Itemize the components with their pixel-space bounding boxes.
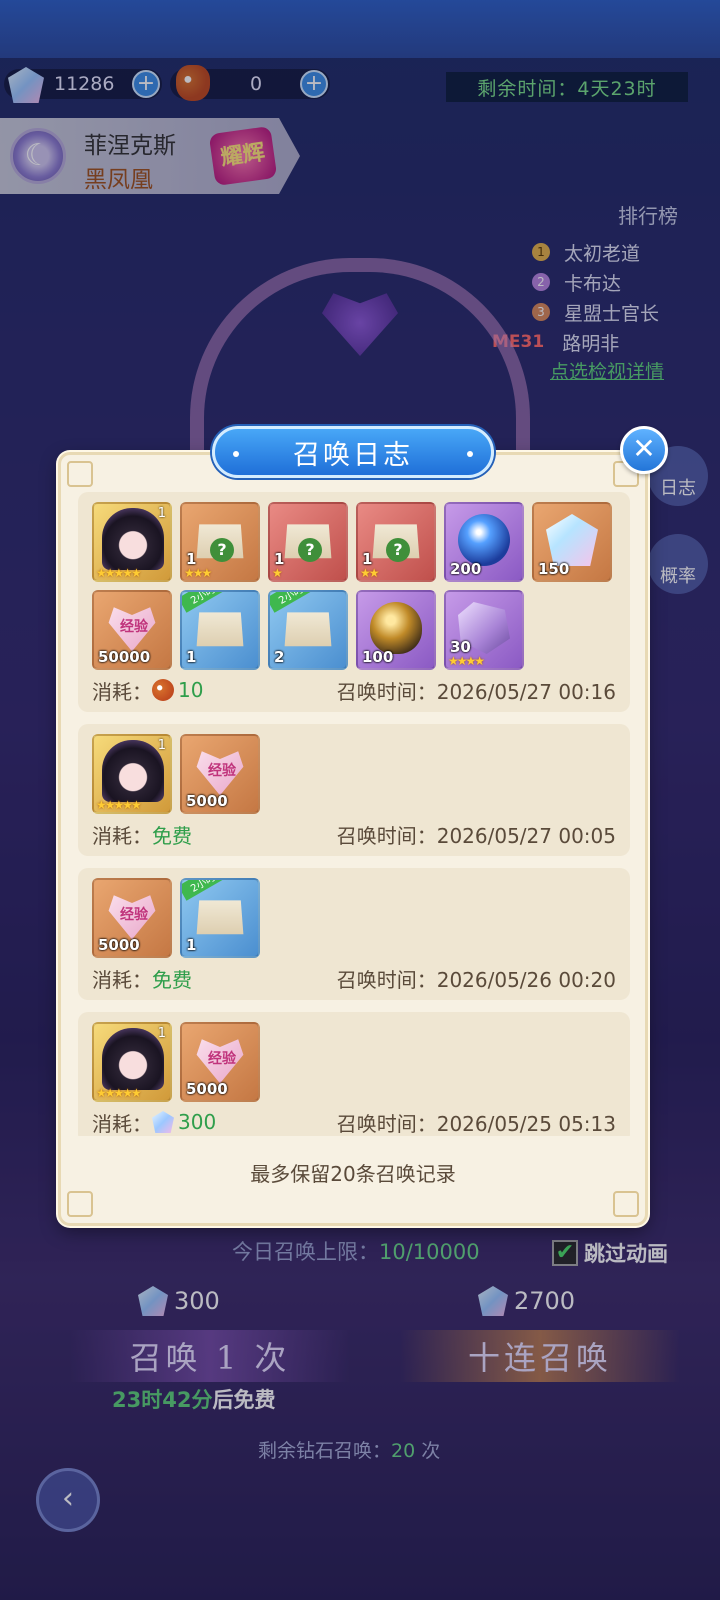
character-portrait-icon	[102, 1028, 164, 1090]
reward-item[interactable]: 经验 5000	[92, 878, 172, 958]
item-quantity: 150	[538, 560, 570, 578]
retention-note: 最多保留20条召唤记录	[250, 1162, 456, 1186]
cost-value: 免费	[152, 967, 192, 992]
reward-item[interactable]: 150	[532, 502, 612, 582]
reward-items: 1 ★★★★★ 经验 5000	[92, 734, 616, 814]
cost-info: 消耗： 10	[92, 676, 203, 705]
item-level: 1	[157, 1026, 166, 1041]
reward-items: 1 ★★★★★? 1 ★★★? 1 ★? 1 ★★ 200 150 经验 50000 2小时 1 2小时 2 1…	[92, 502, 616, 670]
reward-item[interactable]: 30 ★★★★	[444, 590, 524, 670]
duration-tag: 2小时	[182, 880, 227, 901]
summon-time: 召唤时间：2026/05/25 05:13	[336, 1111, 616, 1136]
cost-label: 消耗：	[92, 823, 152, 848]
corner-ornament	[67, 1191, 93, 1217]
item-quantity: 5000	[186, 1080, 228, 1098]
cost-value: 免费	[152, 823, 192, 848]
treasure-chest-icon	[196, 900, 244, 935]
star-rating: ★★★★★	[96, 1086, 142, 1100]
log-meta: 消耗： 免费 召唤时间：2026/05/26 00:20	[92, 964, 616, 992]
item-quantity: 2	[274, 648, 285, 666]
gold-chest-icon	[284, 612, 332, 647]
item-quantity: 5000	[186, 792, 228, 810]
summon-log-list[interactable]: 1 ★★★★★? 1 ★★★? 1 ★? 1 ★★ 200 150 经验 50000 2小时 1 2小时 2 1…	[78, 492, 630, 1136]
dialog-title: 召唤日志	[212, 426, 494, 478]
reward-item[interactable]: 1 ★★★★★	[92, 734, 172, 814]
reward-item[interactable]: 100	[356, 590, 436, 670]
reward-item[interactable]: 2小时 1	[180, 878, 260, 958]
diamond-icon	[152, 1111, 174, 1133]
character-portrait-icon	[102, 740, 164, 802]
log-entry: 1 ★★★★★? 1 ★★★? 1 ★? 1 ★★ 200 150 经验 50000 2小时 1 2小时 2 1…	[78, 492, 630, 712]
exp-heart-icon: 经验	[196, 1039, 244, 1084]
exp-label: 经验	[208, 1051, 236, 1067]
duration-tag: 2小时	[270, 592, 315, 613]
cost-info: 消耗： 免费	[92, 820, 192, 849]
summon-time: 召唤时间：2026/05/26 00:20	[336, 967, 616, 992]
log-entry: 经验 5000 2小时 1 消耗： 免费 召唤时间：2026/05/26 00:20	[78, 868, 630, 1000]
reward-item[interactable]: ? 1 ★★	[356, 502, 436, 582]
star-rating: ★★★★★	[96, 566, 142, 580]
cost-info: 消耗： 300	[92, 1108, 216, 1137]
star-rating: ★	[272, 566, 283, 580]
exp-label: 经验	[120, 907, 148, 923]
cost-label: 消耗：	[92, 1111, 152, 1136]
cost-label: 消耗：	[92, 967, 152, 992]
cost-info: 消耗： 免费	[92, 964, 192, 993]
exp-heart-icon: 经验	[196, 751, 244, 796]
character-portrait-icon	[102, 508, 164, 570]
item-quantity: 50000	[98, 648, 151, 666]
cost-label: 消耗：	[92, 679, 152, 704]
item-quantity: 5000	[98, 936, 140, 954]
question-icon: ?	[386, 538, 410, 562]
reward-item[interactable]: 200	[444, 502, 524, 582]
item-level: 1	[157, 506, 166, 521]
item-quantity: 200	[450, 560, 482, 578]
owl-ticket-icon	[152, 679, 174, 701]
reward-item[interactable]: 1 ★★★★★	[92, 1022, 172, 1102]
item-quantity: 1	[186, 936, 197, 954]
reward-item[interactable]: ? 1 ★	[268, 502, 348, 582]
corner-ornament	[613, 1191, 639, 1217]
exp-heart-icon: 经验	[108, 607, 156, 652]
item-level: 1	[157, 738, 166, 753]
cost-value: 300	[178, 1110, 217, 1134]
item-quantity: 100	[362, 648, 394, 666]
star-rating: ★★	[360, 566, 379, 580]
log-entry: 1 ★★★★★ 经验 5000 消耗： 300 召唤时间：2026/05/25 05:13	[78, 1012, 630, 1136]
log-meta: 消耗： 免费 召唤时间：2026/05/27 00:05	[92, 820, 616, 848]
close-icon: ✕	[632, 432, 656, 465]
crystal-orb-icon	[458, 514, 510, 566]
question-icon: ?	[298, 538, 322, 562]
log-meta: 消耗： 10 召唤时间：2026/05/27 00:16	[92, 676, 616, 704]
reward-item[interactable]: 2小时 1	[180, 590, 260, 670]
reward-items: 经验 5000 2小时 1	[92, 878, 616, 958]
exp-label: 经验	[120, 619, 148, 635]
exp-heart-icon: 经验	[108, 895, 156, 940]
log-entry: 1 ★★★★★ 经验 5000 消耗： 免费 召唤时间：2026/05/27 00:05	[78, 724, 630, 856]
item-quantity: 1	[186, 648, 197, 666]
star-rating: ★★★	[184, 566, 212, 580]
treasure-chest-icon	[196, 612, 244, 647]
reward-item[interactable]: 1 ★★★★★	[92, 502, 172, 582]
reward-item[interactable]: 经验 5000	[180, 734, 260, 814]
reward-item[interactable]: 经验 5000	[180, 1022, 260, 1102]
exp-label: 经验	[208, 763, 236, 779]
summon-time: 召唤时间：2026/05/27 00:16	[336, 679, 616, 704]
star-rating: ★★★★★	[96, 798, 142, 812]
golden-egg-icon	[370, 602, 422, 654]
star-rating: ★★★★	[448, 654, 485, 668]
reward-items: 1 ★★★★★ 经验 5000	[92, 1022, 616, 1102]
cost-value: 10	[178, 678, 204, 702]
reward-item[interactable]: ? 1 ★★★	[180, 502, 260, 582]
reward-item[interactable]: 2小时 2	[268, 590, 348, 670]
reward-item[interactable]: 经验 50000	[92, 590, 172, 670]
summon-time: 召唤时间：2026/05/27 00:05	[336, 823, 616, 848]
close-button[interactable]: ✕	[620, 426, 668, 474]
question-icon: ?	[210, 538, 234, 562]
diamond-icon	[546, 514, 598, 566]
log-meta: 消耗： 300 召唤时间：2026/05/25 05:13	[92, 1108, 616, 1136]
duration-tag: 2小时	[182, 592, 227, 613]
corner-ornament	[67, 461, 93, 487]
